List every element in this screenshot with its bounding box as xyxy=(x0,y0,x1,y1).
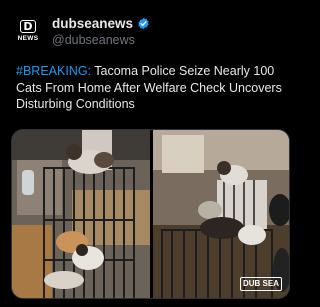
tweet-text: #BREAKING: Tacoma Police Seize Nearly 10… xyxy=(16,63,292,113)
tweet-media[interactable]: DUB SEA xyxy=(11,129,290,299)
avatar-label: NEWS xyxy=(17,35,39,42)
verified-badge-icon xyxy=(138,17,149,30)
avatar[interactable]: D NEWS xyxy=(11,14,45,48)
dubsea-logo-icon: D xyxy=(20,20,36,33)
account-handle[interactable]: @dubseanews xyxy=(52,33,150,47)
display-name[interactable]: dubseanews xyxy=(52,16,133,31)
cats-photo-image xyxy=(12,130,289,298)
account-names: dubseanews @dubseanews xyxy=(52,16,150,47)
display-name-row: dubseanews xyxy=(52,16,150,31)
tweet-header: D NEWS dubseanews @dubseanews xyxy=(11,12,291,48)
dubsea-watermark: DUB SEA xyxy=(239,277,282,291)
hashtag-link[interactable]: #BREAKING: xyxy=(16,64,91,78)
